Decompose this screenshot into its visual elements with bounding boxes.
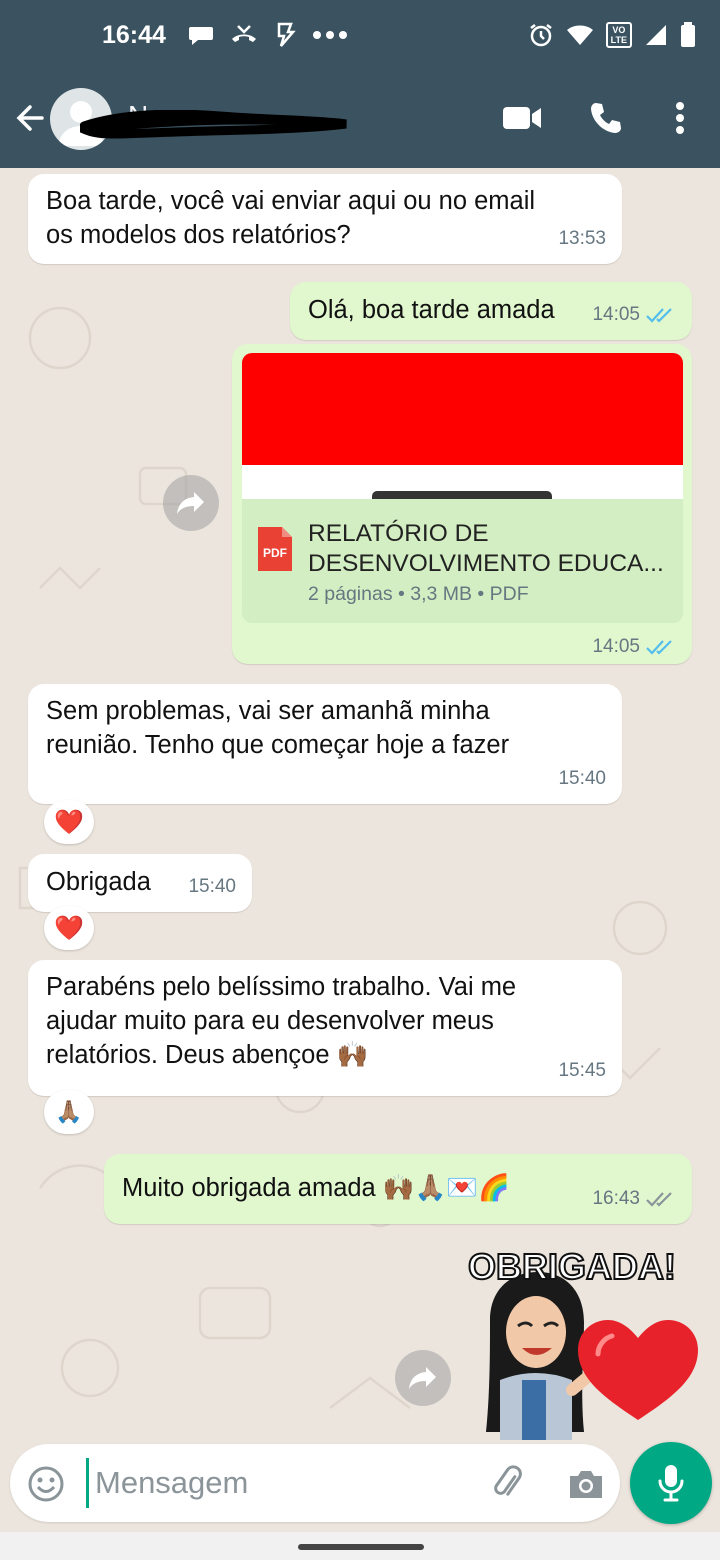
message-composer[interactable]	[10, 1444, 620, 1522]
message-bubble-incoming[interactable]: Obrigada 15:40	[28, 854, 252, 912]
message-text-line: Boa tarde, você vai enviar aqui ou no em…	[46, 187, 536, 215]
status-bar: 16:44 VO LTE	[0, 0, 720, 70]
notification-icons	[188, 22, 348, 48]
reaction-pray[interactable]: 🙏🏽	[44, 1090, 94, 1134]
mic-icon	[658, 1465, 684, 1502]
message-time-status: 16:43	[592, 1182, 676, 1216]
message-input[interactable]	[86, 1458, 466, 1508]
forward-icon	[409, 1367, 436, 1389]
attach-icon[interactable]	[488, 1464, 528, 1504]
message-time-status: 14:05	[592, 636, 676, 658]
read-ticks-icon	[646, 308, 672, 323]
forward-button[interactable]	[395, 1350, 451, 1406]
alarm-icon	[529, 24, 552, 47]
document-message[interactable]: PDF RELATÓRIO DE DESENVOLVIMENTO EDUCA..…	[232, 344, 692, 664]
system-icons: VO LTE	[528, 22, 696, 48]
message-text-line: os modelos dos relatórios?	[46, 221, 351, 249]
forward-button[interactable]	[163, 475, 219, 531]
message-time: 15:40	[558, 768, 606, 789]
document-preview-banner	[242, 353, 683, 465]
message-text: Muito obrigada amada 🙌🏾🙏🏽💌🌈	[122, 1174, 510, 1202]
message-time-status: 14:05	[592, 298, 676, 332]
reaction-emoji: ❤️	[54, 808, 84, 836]
emoji-icon[interactable]	[26, 1464, 66, 1504]
pdf-icon: PDF	[258, 527, 292, 571]
more-options-button[interactable]	[660, 98, 700, 138]
message-bubble-outgoing[interactable]: Olá, boa tarde amada 14:05	[290, 282, 692, 340]
read-ticks-icon	[646, 640, 672, 655]
status-time: 16:44	[102, 20, 166, 49]
message-bubble-outgoing[interactable]: Muito obrigada amada 🙌🏾🙏🏽💌🌈 16:43	[104, 1154, 692, 1224]
reaction-emoji: ❤️	[54, 914, 84, 942]
document-title-line: RELATÓRIO DE	[308, 520, 489, 547]
redaction-scribble	[80, 110, 347, 139]
message-bubble-incoming[interactable]: Boa tarde, você vai enviar aqui ou no em…	[28, 174, 622, 264]
chat-header: N...	[0, 70, 720, 168]
message-time: 14:05	[592, 304, 640, 325]
message-text-line: Parabéns pelo belíssimo trabalho. Vai me	[46, 973, 517, 1001]
more-notifications-icon	[312, 31, 347, 39]
voice-message-button[interactable]	[630, 1442, 712, 1524]
document-preview-text	[372, 491, 552, 499]
wifi-icon	[566, 25, 593, 45]
composer-bar	[0, 1440, 720, 1560]
video-call-button[interactable]	[502, 98, 542, 138]
missed-call-icon	[231, 25, 256, 42]
message-time: 16:43	[592, 1188, 640, 1209]
chat-notification-icon	[188, 27, 213, 45]
document-meta: 2 páginas • 3,3 MB • PDF	[308, 583, 529, 605]
message-text-line: ajudar muito para eu desenvolver meus	[46, 1007, 494, 1035]
volte-icon: VO LTE	[605, 22, 632, 48]
document-info[interactable]: PDF RELATÓRIO DE DESENVOLVIMENTO EDUCA..…	[242, 499, 683, 623]
message-text-line: reunião. Tenho que começar hoje a fazer	[46, 731, 510, 759]
video-call-icon	[503, 107, 541, 129]
reaction-heart[interactable]: ❤️	[44, 800, 94, 844]
document-title: RELATÓRIO DE DESENVOLVIMENTO EDUCA...	[308, 519, 668, 579]
camera-icon[interactable]	[566, 1464, 606, 1504]
message-bubble-incoming[interactable]: Sem problemas, vai ser amanhã minha reun…	[28, 684, 622, 804]
forward-icon	[177, 492, 204, 514]
message-time: 13:53	[558, 228, 606, 249]
message-time: 15:45	[558, 1060, 606, 1081]
back-arrow-icon[interactable]	[12, 98, 48, 138]
document-preview[interactable]	[242, 353, 683, 499]
chat-area[interactable]: Boa tarde, você vai enviar aqui ou no em…	[0, 168, 720, 1440]
message-time: 15:40	[188, 876, 236, 897]
reaction-heart[interactable]: ❤️	[44, 906, 94, 950]
app-notification-icon	[277, 22, 296, 47]
message-text-line: relatórios. Deus abençoe 🙌🏾	[46, 1041, 369, 1069]
reaction-emoji: 🙏🏽	[55, 1099, 83, 1124]
signal-icon	[646, 25, 666, 45]
message-text-line: Sem problemas, vai ser amanhã minha	[46, 697, 490, 725]
message-bubble-incoming[interactable]: Parabéns pelo belíssimo trabalho. Vai me…	[28, 960, 622, 1096]
sticker-caption: OBRIGADA!	[467, 1245, 677, 1288]
battery-icon	[681, 22, 695, 47]
voice-call-button[interactable]	[586, 98, 626, 138]
document-title-line: DESENVOLVIMENTO EDUCA...	[308, 550, 664, 577]
message-time: 14:05	[592, 636, 640, 657]
voice-call-icon	[591, 103, 621, 133]
gesture-handle[interactable]	[298, 1544, 424, 1550]
delivered-ticks-icon	[646, 1192, 672, 1207]
pdf-badge: PDF	[263, 546, 287, 560]
more-options-icon	[676, 102, 684, 134]
